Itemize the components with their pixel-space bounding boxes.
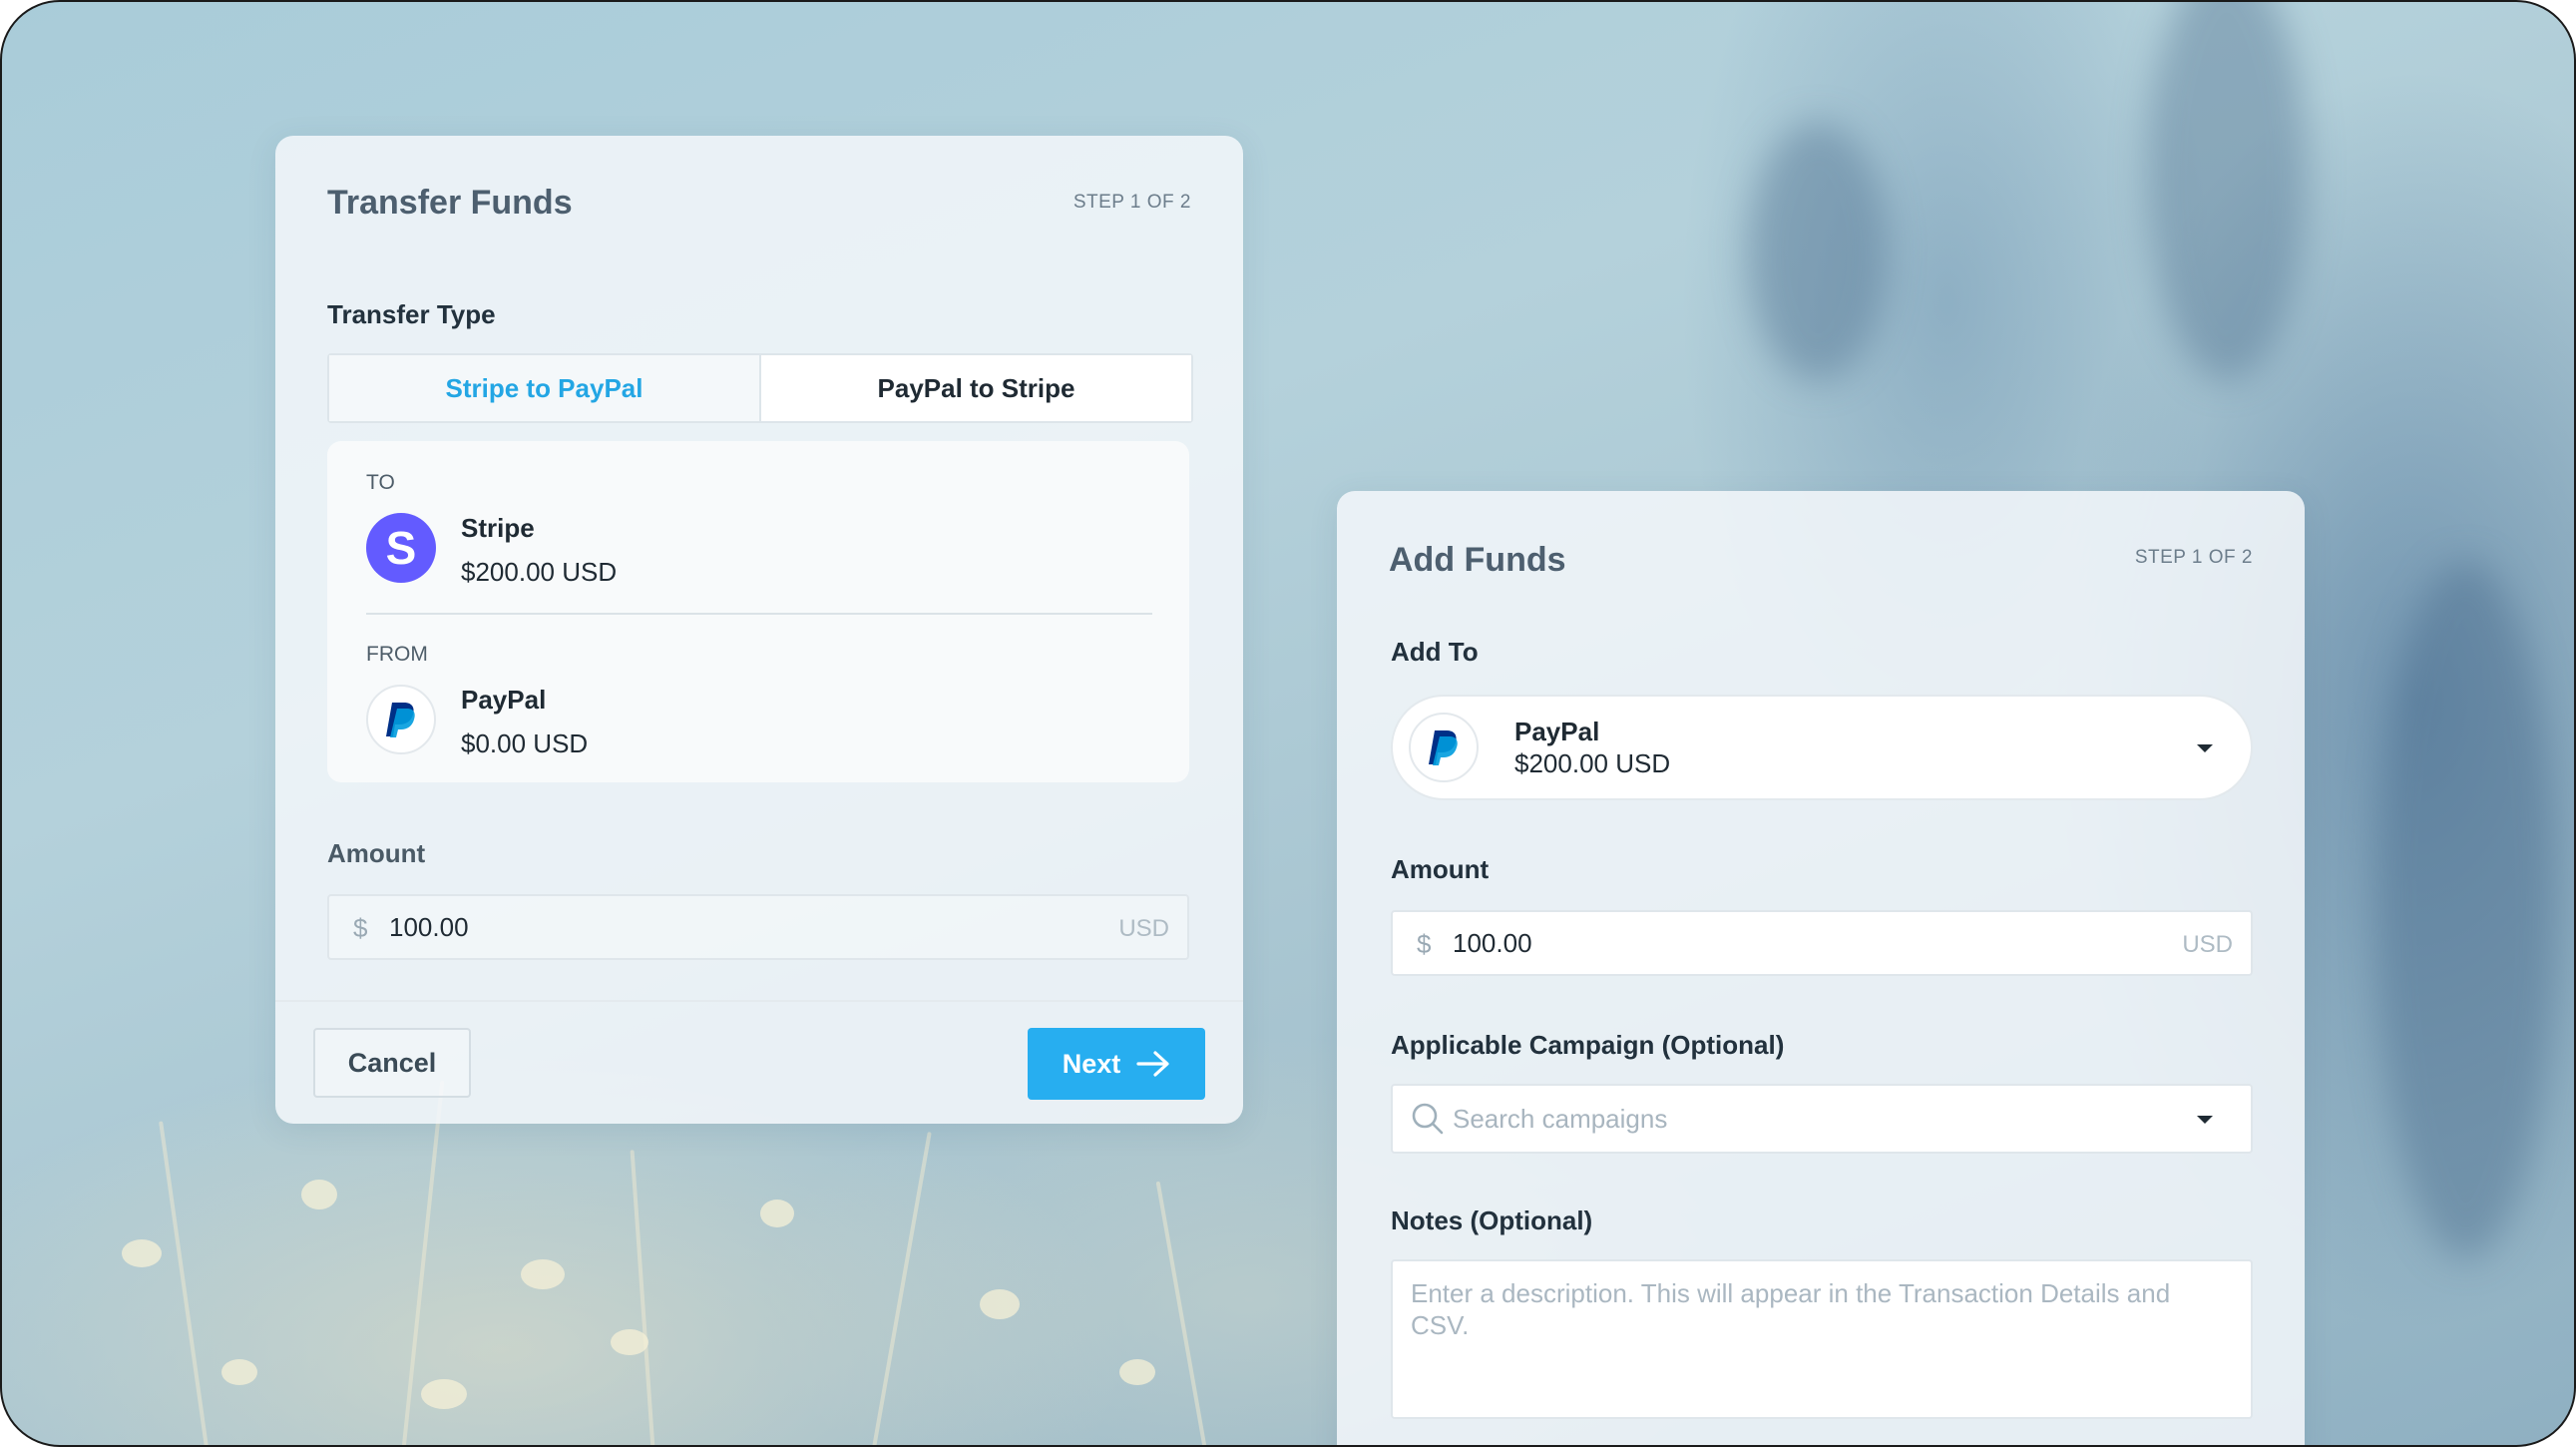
flower-bloom <box>301 1180 337 1209</box>
transfer-funds-panel: Transfer Funds STEP 1 OF 2 Transfer Type… <box>275 136 1243 1124</box>
add-to-select[interactable]: PayPal $200.00 USD <box>1391 695 2253 800</box>
divider <box>366 613 1152 615</box>
account-summary-card: TO S Stripe $200.00 USD FROM PayPal $0.0… <box>327 441 1189 782</box>
from-account-balance: $0.00 USD <box>461 728 589 758</box>
step-indicator: STEP 1 OF 2 <box>2134 547 2253 568</box>
foliage-shadow <box>2376 561 2556 1259</box>
from-caption: FROM <box>366 643 428 666</box>
paypal-logo-icon <box>366 685 436 754</box>
arrow-right-icon <box>1136 1051 1169 1077</box>
amount-field: $ USD <box>327 894 1189 960</box>
grass-stalk <box>872 1132 932 1445</box>
flower-bloom <box>1119 1359 1155 1385</box>
grass-stalk <box>159 1121 209 1445</box>
amount-field: $ USD <box>1391 910 2253 976</box>
flower-bloom <box>421 1379 467 1409</box>
to-account-balance: $200.00 USD <box>461 557 618 587</box>
amount-label: Amount <box>1391 854 1490 884</box>
cancel-button[interactable]: Cancel <box>313 1028 471 1098</box>
foliage-shadow <box>2147 2 2307 381</box>
from-account-name: PayPal <box>461 685 547 715</box>
paypal-logo-icon <box>1409 713 1479 782</box>
footer-divider <box>275 1000 1243 1002</box>
notes-label: Notes (Optional) <box>1391 1206 1593 1235</box>
notes-textarea[interactable] <box>1411 1277 2233 1401</box>
selected-account-balance: $200.00 USD <box>1514 748 1671 778</box>
background-scene: Transfer Funds STEP 1 OF 2 Transfer Type… <box>0 0 2576 1447</box>
flower-bloom <box>980 1289 1020 1319</box>
to-caption: TO <box>366 471 395 494</box>
grass-stalk <box>630 1150 655 1445</box>
campaign-search-input[interactable] <box>1453 1098 2151 1140</box>
search-icon <box>1412 1103 1444 1135</box>
next-button-label: Next <box>1062 1048 1121 1079</box>
amount-input[interactable] <box>1453 922 1752 964</box>
dollar-sign: $ <box>1417 929 1432 959</box>
currency-suffix: USD <box>1118 915 1169 942</box>
flower-bloom <box>122 1239 162 1267</box>
campaign-label: Applicable Campaign (Optional) <box>1391 1030 1785 1060</box>
tab-paypal-to-stripe[interactable]: PayPal to Stripe <box>759 355 1191 421</box>
flower-bloom <box>760 1200 794 1227</box>
add-funds-panel: Add Funds STEP 1 OF 2 Add To PayPal $200… <box>1337 491 2305 1445</box>
currency-suffix: USD <box>2182 931 2233 958</box>
chevron-down-icon <box>2197 744 2213 752</box>
notes-field <box>1391 1259 2253 1419</box>
add-to-label: Add To <box>1391 637 1479 667</box>
transfer-type-label: Transfer Type <box>327 299 496 329</box>
to-account-name: Stripe <box>461 513 535 543</box>
stripe-logo-icon: S <box>366 513 436 583</box>
amount-input[interactable] <box>389 906 688 948</box>
dollar-sign: $ <box>353 913 368 943</box>
flower-bloom <box>221 1359 257 1385</box>
amount-label: Amount <box>327 838 426 868</box>
flower-bloom <box>611 1329 648 1355</box>
chevron-down-icon[interactable] <box>2197 1116 2213 1124</box>
transfer-type-toggle: Stripe to PayPal PayPal to Stripe <box>327 353 1193 423</box>
flower-bloom <box>521 1259 565 1289</box>
grass-stalk <box>1155 1181 1207 1445</box>
campaign-select <box>1391 1084 2253 1154</box>
step-indicator: STEP 1 OF 2 <box>1073 192 1191 213</box>
next-button[interactable]: Next <box>1028 1028 1205 1100</box>
tab-stripe-to-paypal[interactable]: Stripe to PayPal <box>329 355 759 421</box>
panel-title: Add Funds <box>1389 541 1566 579</box>
panel-title: Transfer Funds <box>327 184 573 222</box>
selected-account-name: PayPal <box>1514 717 1600 746</box>
foliage-shadow <box>1748 122 1888 381</box>
